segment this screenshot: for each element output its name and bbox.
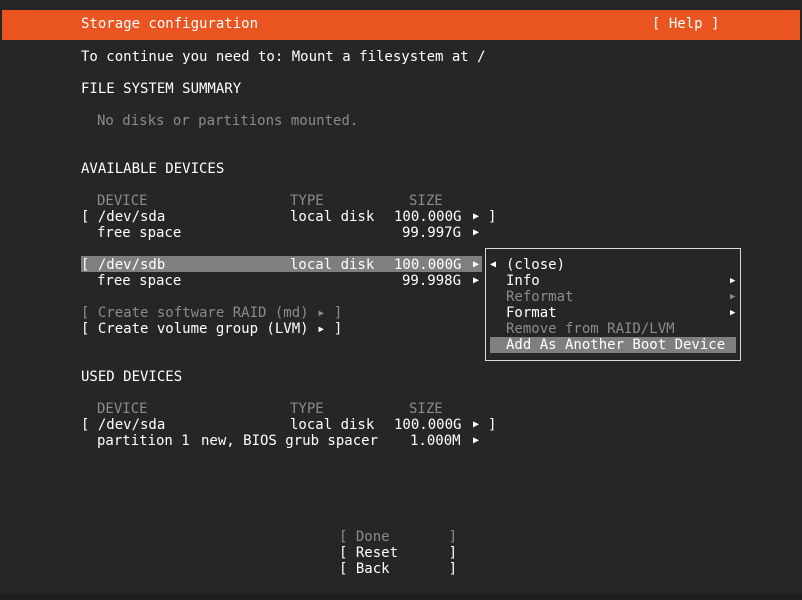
device-type: local disk — [290, 417, 375, 433]
menu-close-arrow-icon: ◀ — [490, 259, 497, 270]
menu-item-close[interactable]: (close) — [506, 257, 565, 273]
device-size: 100.000G — [394, 209, 462, 225]
expand-arrow-icon: ▶ — [473, 275, 480, 286]
submenu-arrow-icon: ▶ — [730, 308, 736, 318]
expand-arrow-icon: ▶ — [473, 211, 480, 222]
back-button[interactable]: [ Back ] — [339, 561, 457, 577]
submenu-arrow-icon: ▶ — [730, 292, 736, 302]
help-button[interactable]: [ Help ] — [652, 16, 719, 32]
menu-item-add-boot-device[interactable]: Add As Another Boot Device — [506, 337, 725, 353]
expand-arrow-icon: ▶ — [473, 435, 480, 446]
col-device-header: DEVICE — [97, 193, 148, 209]
installer-screen: Storage configuration [ Help ] To contin… — [0, 0, 802, 600]
fs-summary-empty: No disks or partitions mounted. — [97, 113, 359, 129]
col-size-header: SIZE — [409, 193, 443, 209]
device-type: local disk — [290, 257, 375, 273]
partition-name: free space — [97, 273, 182, 289]
col-type-header: TYPE — [290, 193, 324, 209]
row-close-bracket: ] — [488, 209, 497, 225]
reset-button[interactable]: [ Reset ] — [339, 545, 457, 561]
row-close-bracket: ] — [488, 417, 497, 433]
expand-arrow-icon: ▶ — [473, 259, 480, 270]
submenu-arrow-icon: ▶ — [730, 276, 736, 286]
expand-arrow-icon: ▶ — [473, 227, 480, 238]
device-size: 100.000G — [394, 257, 462, 273]
create-lvm-button[interactable]: [ Create volume group (LVM) ▸ ] — [81, 321, 342, 337]
device-size: 100.000G — [394, 417, 462, 433]
device-name: [ /dev/sdb — [81, 257, 166, 273]
menu-item-remove-from-raid-lvm: Remove from RAID/LVM — [506, 321, 675, 337]
create-raid-button[interactable]: [ Create software RAID (md) ▸ ] — [81, 305, 342, 321]
menu-item-info[interactable]: Info — [506, 273, 540, 289]
partition-size: 99.998G — [402, 273, 462, 289]
bottom-border — [0, 594, 802, 600]
expand-arrow-icon: ▶ — [473, 419, 480, 430]
menu-item-reformat: Reformat — [506, 289, 574, 305]
partition-size: 1.000M — [410, 433, 461, 449]
partition-name: partition 1 — [97, 433, 190, 449]
col-device-header: DEVICE — [97, 401, 148, 417]
fs-summary-heading: FILE SYSTEM SUMMARY — [81, 81, 242, 97]
menu-item-format[interactable]: Format — [506, 305, 557, 321]
available-devices-heading: AVAILABLE DEVICES — [81, 161, 225, 177]
device-name: [ /dev/sda — [81, 417, 166, 433]
device-name: [ /dev/sda — [81, 209, 166, 225]
partition-name: free space — [97, 225, 182, 241]
page-title: Storage configuration — [81, 16, 259, 32]
used-devices-heading: USED DEVICES — [81, 369, 183, 385]
instruction-message: To continue you need to: Mount a filesys… — [81, 49, 486, 65]
partition-type: new, BIOS grub spacer — [201, 433, 379, 449]
partition-size: 99.997G — [402, 225, 462, 241]
col-size-header: SIZE — [409, 401, 443, 417]
col-type-header: TYPE — [290, 401, 324, 417]
header-bar: Storage configuration [ Help ] — [2, 10, 800, 40]
device-action-menu: ◀ (close) Info ▶ Reformat ▶ Format ▶ Rem… — [485, 248, 741, 361]
done-button[interactable]: [ Done ] — [339, 529, 457, 545]
device-type: local disk — [290, 209, 375, 225]
